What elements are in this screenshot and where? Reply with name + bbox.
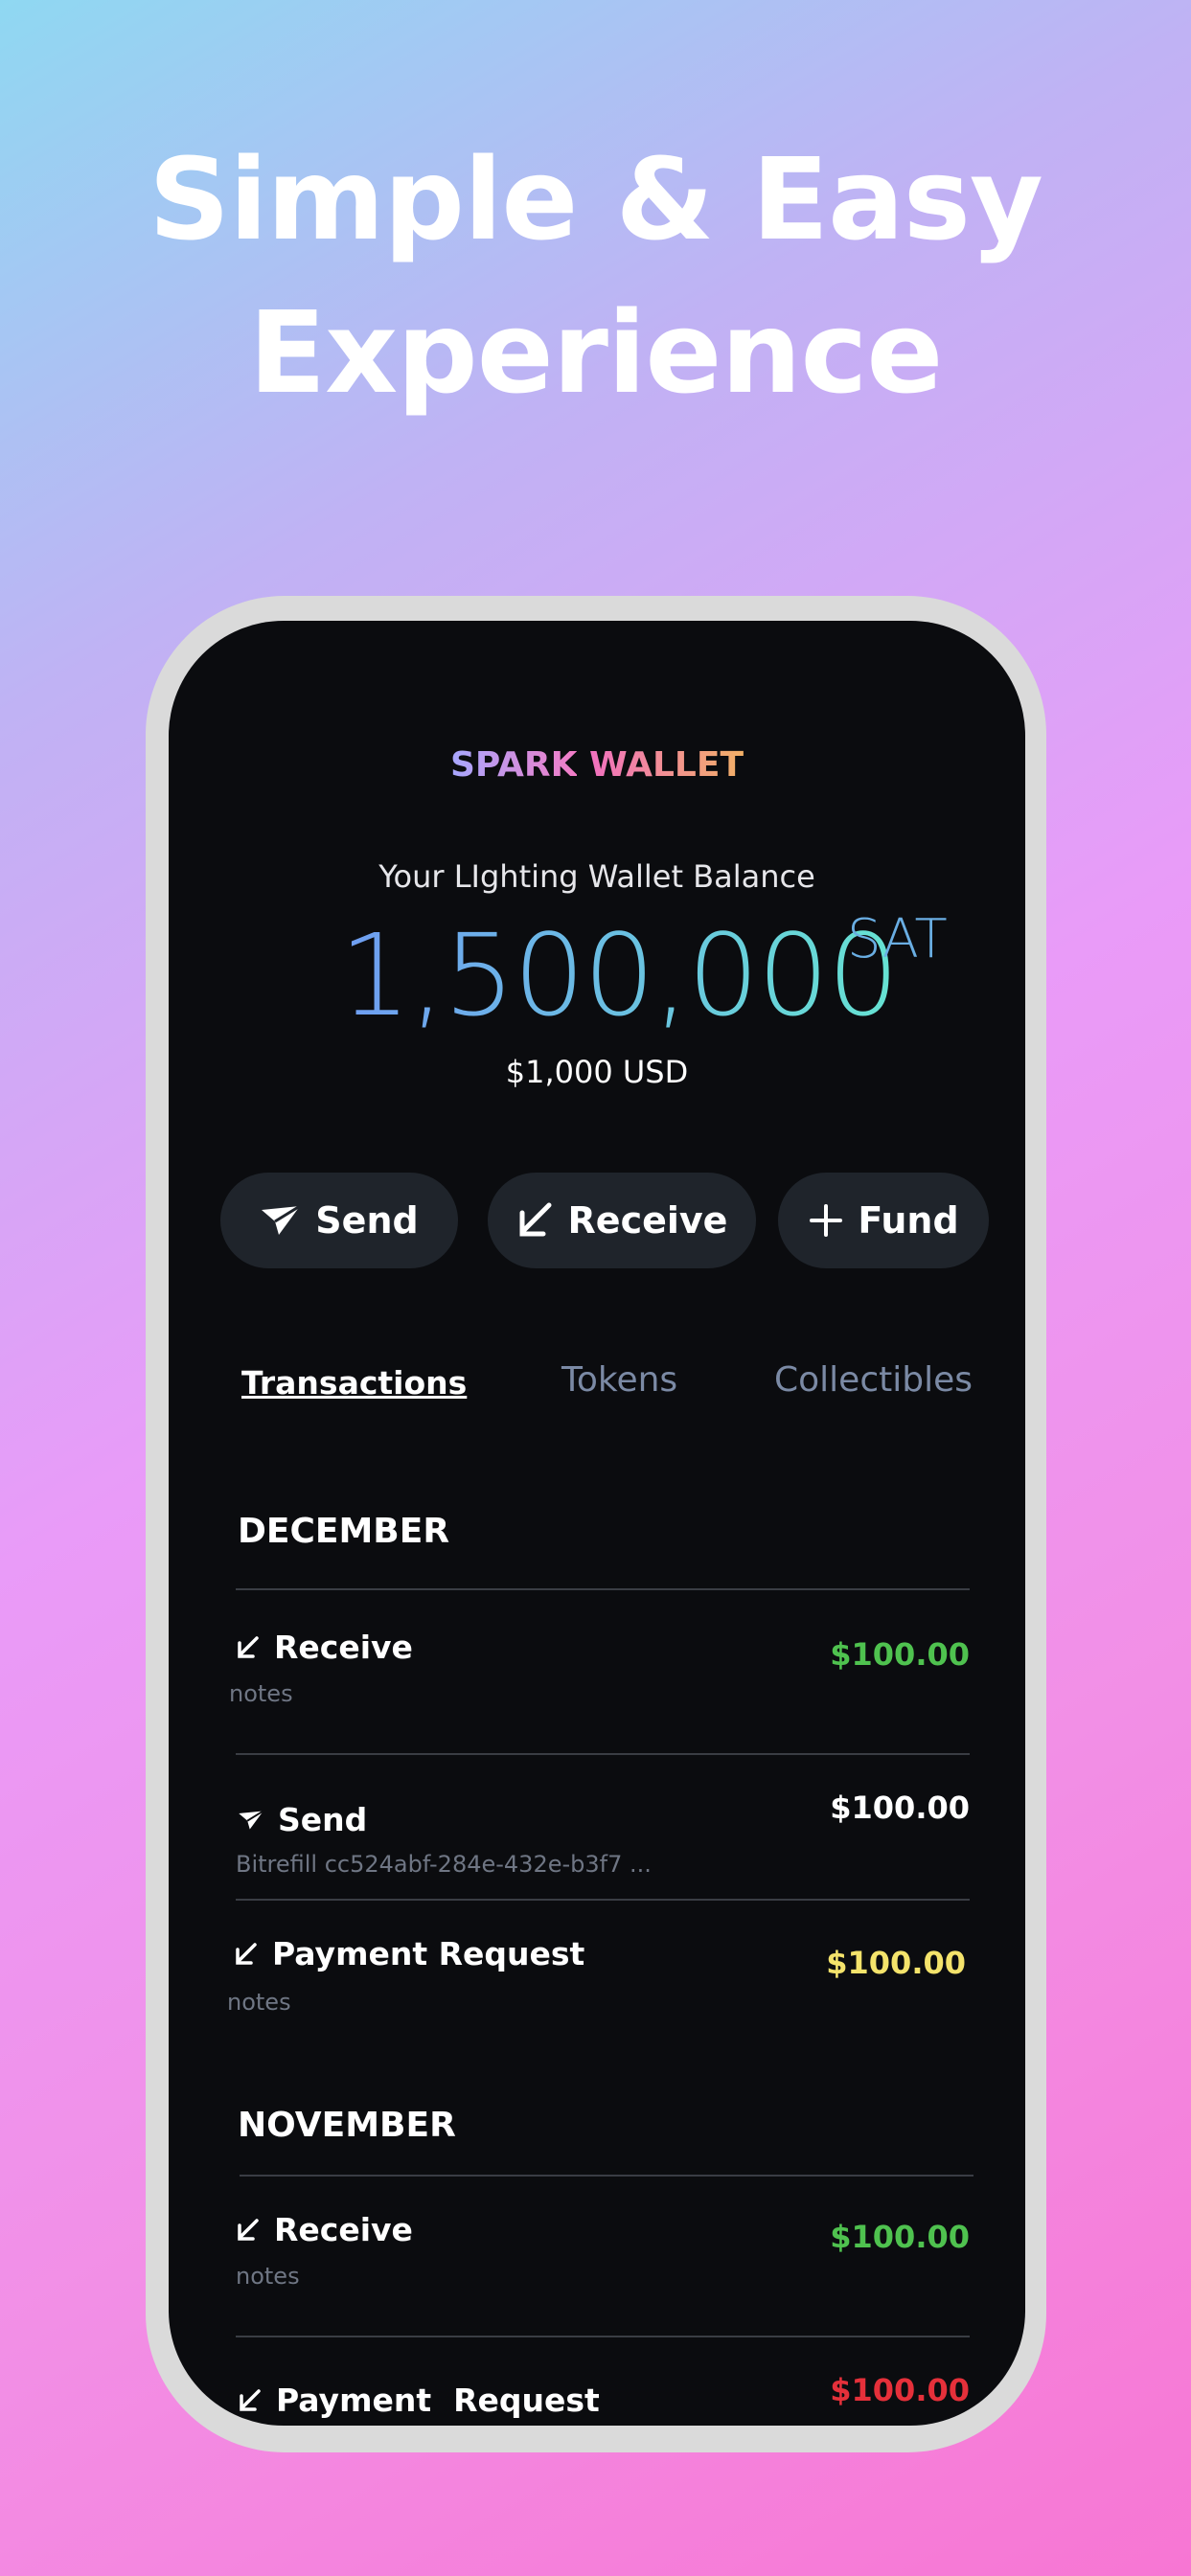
transaction-note: notes (236, 2263, 300, 2290)
transaction-amount: $100.00 (830, 2219, 970, 2255)
send-button[interactable]: Send (220, 1173, 458, 1268)
transaction-title-text: Payment Request (272, 1935, 585, 1972)
transaction-title-text: Payment Request (276, 2382, 600, 2419)
plus-icon (810, 1204, 843, 1237)
balance-label: Your LIghting Wallet Balance (378, 858, 815, 895)
send-icon (239, 1810, 264, 1830)
receive-button-label: Receive (567, 1199, 728, 1242)
transaction-note: notes (229, 1680, 293, 1707)
transaction-title-text: Receive (274, 2211, 413, 2248)
transaction-title: Receive (236, 2211, 413, 2248)
transaction-title-text: Send (278, 1801, 368, 1838)
arrow-down-left-icon (238, 1635, 259, 1658)
fund-button[interactable]: Fund (778, 1173, 989, 1268)
transaction-note: notes (227, 1989, 291, 2016)
brand-wallet: WALLET (589, 745, 744, 785)
tab-tokens[interactable]: Tokens (561, 1360, 677, 1400)
transaction-amount: $100.00 (830, 2372, 970, 2408)
transaction-amount: $100.00 (830, 1790, 970, 1826)
arrow-down-left-icon (519, 1202, 552, 1237)
balance-unit: SAT (847, 908, 948, 970)
transaction-amount: $100.00 (830, 1636, 970, 1673)
arrow-down-left-icon (240, 2388, 261, 2411)
transaction-title: Payment Request (234, 1935, 584, 1972)
transaction-amount: $100.00 (826, 1945, 966, 1981)
send-button-label: Send (315, 1199, 419, 1242)
balance-amount: 1,500,000 (339, 909, 900, 1041)
fund-button-label: Fund (858, 1199, 959, 1242)
transaction-note: Bitrefill cc524abf-284e-432e-b3f7 ... (236, 1851, 652, 1878)
headline-line-2: Experience (248, 286, 944, 419)
arrow-down-left-icon (236, 1942, 257, 1965)
phone-screen: SPARK WALLET Your LIghting Wallet Balanc… (169, 621, 1025, 2426)
headline: Simple & Easy Experience (0, 123, 1191, 429)
headline-line-1: Simple & Easy (149, 133, 1043, 265)
divider (240, 2175, 973, 2177)
transaction-title: Receive (236, 1629, 413, 1666)
divider (236, 1899, 970, 1901)
month-header-december: DECEMBER (238, 1512, 450, 1551)
tab-collectibles[interactable]: Collectibles (774, 1360, 973, 1400)
receive-button[interactable]: Receive (488, 1173, 756, 1268)
divider (236, 1753, 970, 1755)
transaction-title: Send (238, 1801, 367, 1838)
arrow-down-left-icon (238, 2218, 259, 2241)
tab-transactions[interactable]: Transactions (241, 1364, 467, 1402)
transaction-title-text: Receive (274, 1629, 413, 1666)
divider (236, 1588, 970, 1590)
balance-usd: $1,000 USD (505, 1054, 689, 1090)
transaction-title: Payment Request (238, 2382, 600, 2419)
app-logo: SPARK WALLET (169, 745, 1025, 785)
month-header-november: NOVEMBER (238, 2106, 456, 2145)
send-icon (262, 1204, 302, 1235)
divider (236, 2336, 970, 2337)
brand-spark: SPARK (449, 745, 578, 785)
